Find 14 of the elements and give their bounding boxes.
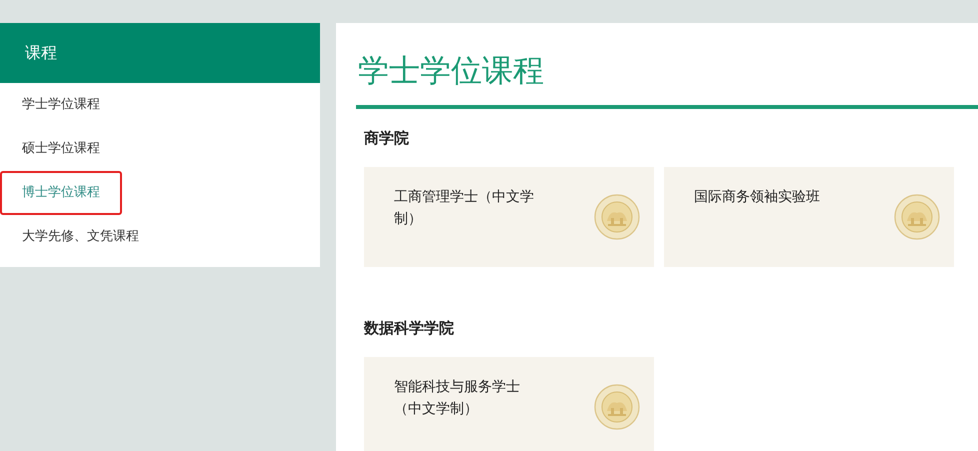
program-card[interactable]: 国际商务领袖实验班 — [664, 167, 954, 267]
sidebar-item[interactable]: 博士学位课程 — [0, 171, 122, 215]
seal-icon — [894, 194, 940, 240]
sidebar-item[interactable]: 大学先修、文凭课程 — [0, 215, 161, 259]
sidebar-item[interactable]: 硕士学位课程 — [0, 127, 122, 171]
section-heading: 数据科学学院 — [364, 319, 455, 338]
section-heading: 商学院 — [364, 129, 410, 148]
program-card[interactable]: 工商管理学士（中文学制） — [364, 167, 654, 267]
program-card[interactable]: 智能科技与服务学士（中文学制） — [364, 357, 654, 451]
seal-icon — [594, 194, 640, 240]
sidebar-item[interactable]: 学士学位课程 — [0, 83, 122, 127]
seal-icon — [594, 384, 640, 430]
page-title: 学士学位课程 — [358, 52, 545, 91]
sidebar-title: 课程 — [0, 23, 320, 83]
